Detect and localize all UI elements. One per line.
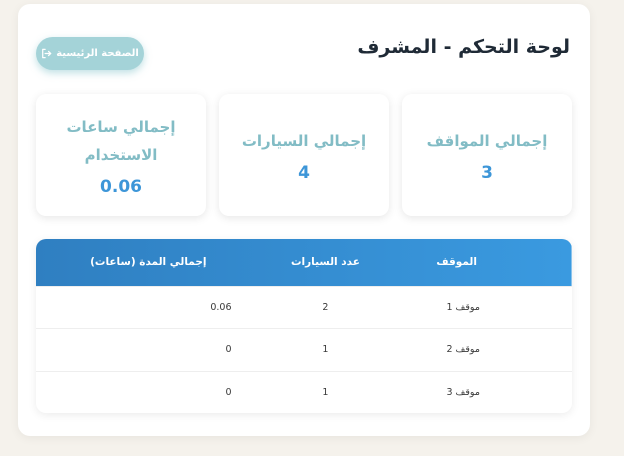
cell-car-count: 1 bbox=[266, 328, 385, 371]
cell-car-count: 1 bbox=[266, 370, 385, 413]
cell-total-hours: 0 bbox=[36, 370, 267, 413]
column-header-car-count: عدد السيارات bbox=[290, 256, 360, 269]
stat-card-total-cars: إجمالي السيارات 4 bbox=[219, 94, 389, 216]
cell-total-hours: 0 bbox=[36, 328, 267, 371]
table-row: موقف 1 2 0.06 bbox=[36, 285, 572, 329]
stat-label: إجمالي المواقف bbox=[426, 132, 548, 150]
table-row: موقف 3 1 0 bbox=[36, 370, 572, 413]
stat-label: إجمالي السيارات bbox=[241, 132, 367, 150]
stat-card-total-usage-hours: إجمالي ساعات الاستخدام 0.06 bbox=[36, 94, 206, 216]
cell-parking: موقف 1 bbox=[384, 285, 572, 329]
cell-total-hours: 0.06 bbox=[36, 285, 267, 329]
stat-value: 4 bbox=[298, 163, 310, 183]
column-header-total-hours: إجمالي المدة (ساعات) bbox=[90, 256, 207, 269]
admin-dashboard-panel: لوحة التحكم - المشرف الصفحة الرئيسية إجم… bbox=[18, 4, 590, 436]
cell-parking: موقف 2 bbox=[384, 328, 572, 371]
stat-card-total-parkings: إجمالي المواقف 3 bbox=[402, 94, 572, 216]
page-title: لوحة التحكم - المشرف bbox=[357, 36, 570, 58]
parkings-table: الموقف عدد السيارات إجمالي المدة (ساعات)… bbox=[36, 239, 572, 413]
column-header-parking: الموقف bbox=[436, 256, 477, 269]
home-page-button[interactable]: الصفحة الرئيسية bbox=[36, 37, 144, 70]
sign-out-icon bbox=[41, 48, 52, 59]
table-row: موقف 2 1 0 bbox=[36, 328, 572, 371]
table-header-row: الموقف عدد السيارات إجمالي المدة (ساعات) bbox=[36, 239, 572, 286]
cell-car-count: 2 bbox=[266, 285, 385, 329]
home-button-label: الصفحة الرئيسية bbox=[56, 48, 139, 59]
stats-cards: إجمالي المواقف 3 إجمالي السيارات 4 إجمال… bbox=[36, 94, 572, 216]
cell-parking: موقف 3 bbox=[384, 370, 572, 413]
stat-value: 3 bbox=[481, 163, 493, 183]
stat-value: 0.06 bbox=[100, 177, 142, 197]
stat-label: إجمالي ساعات الاستخدام bbox=[66, 118, 176, 164]
